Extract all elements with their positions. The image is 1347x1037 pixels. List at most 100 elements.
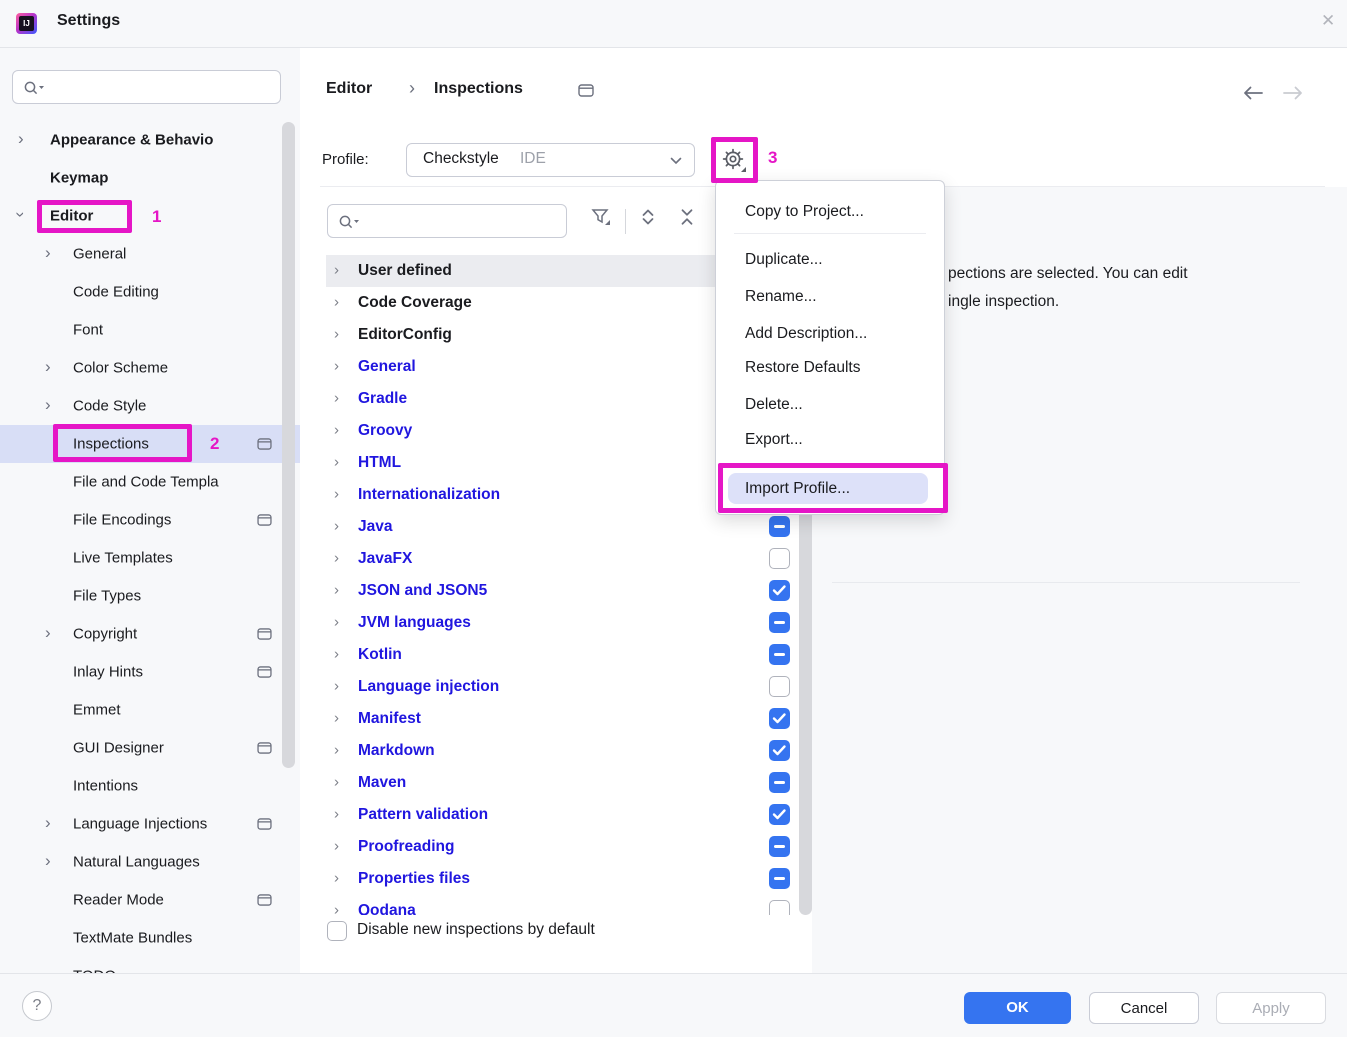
- tree-item-manifest[interactable]: ›Manifest: [326, 703, 798, 735]
- help-icon[interactable]: ?: [22, 991, 52, 1021]
- sidebar-item-todo[interactable]: TODO: [0, 957, 300, 973]
- back-arrow-icon[interactable]: [1242, 85, 1264, 101]
- tree-item-properties-files[interactable]: ›Properties files: [326, 863, 798, 895]
- chevron-right-icon[interactable]: ›: [334, 838, 339, 853]
- menu-item-rename[interactable]: Rename...: [728, 281, 932, 312]
- disable-new-inspections-checkbox[interactable]: [327, 921, 347, 941]
- tree-item-java[interactable]: ›Java: [326, 511, 798, 543]
- chevron-right-icon[interactable]: ›: [334, 742, 339, 757]
- inspections-search-input[interactable]: [368, 207, 562, 235]
- tree-item-checkbox-indeterminate[interactable]: [769, 516, 790, 537]
- tree-item-qodana[interactable]: ›Qodana: [326, 895, 798, 915]
- chevron-right-icon[interactable]: ›: [334, 550, 339, 565]
- chevron-right-icon[interactable]: ›: [45, 814, 51, 831]
- chevron-right-icon[interactable]: ›: [45, 396, 51, 413]
- chevron-right-icon[interactable]: ›: [334, 582, 339, 597]
- apply-button[interactable]: Apply: [1216, 992, 1326, 1024]
- sidebar-item-emmet[interactable]: Emmet: [0, 691, 300, 729]
- menu-item-import-profile[interactable]: Import Profile...: [728, 473, 928, 504]
- chevron-right-icon[interactable]: ›: [334, 870, 339, 885]
- chevron-right-icon[interactable]: ›: [45, 244, 51, 261]
- sidebar-item-language-injections[interactable]: ›Language Injections: [0, 805, 300, 843]
- chevron-right-icon[interactable]: ›: [334, 614, 339, 629]
- sidebar-item-intentions[interactable]: Intentions: [0, 767, 300, 805]
- chevron-right-icon[interactable]: ›: [334, 358, 339, 373]
- chevron-right-icon[interactable]: ›: [45, 852, 51, 869]
- inspections-search-box[interactable]: [327, 204, 567, 238]
- chevron-right-icon[interactable]: ›: [334, 262, 339, 277]
- tree-item-checkbox-indeterminate[interactable]: [769, 644, 790, 665]
- chevron-right-icon[interactable]: ›: [45, 624, 51, 641]
- sidebar-item-code-style[interactable]: ›Code Style: [0, 387, 300, 425]
- tree-item-javafx[interactable]: ›JavaFX: [326, 543, 798, 575]
- tree-item-checkbox-unchecked[interactable]: [769, 900, 790, 915]
- sidebar-search-box[interactable]: [12, 70, 281, 104]
- chevron-right-icon[interactable]: ›: [334, 390, 339, 405]
- sidebar-item-keymap[interactable]: Keymap: [0, 159, 300, 197]
- menu-item-add-description[interactable]: Add Description...: [728, 318, 932, 349]
- tree-item-json-and-json5[interactable]: ›JSON and JSON5: [326, 575, 798, 607]
- chevron-right-icon[interactable]: ›: [334, 902, 339, 915]
- sidebar-item-appearance-behavio[interactable]: ›Appearance & Behavio: [0, 121, 300, 159]
- tree-item-checkbox-indeterminate[interactable]: [769, 836, 790, 857]
- sidebar-search-input[interactable]: [53, 73, 276, 101]
- sidebar-item-natural-languages[interactable]: ›Natural Languages: [0, 843, 300, 881]
- sidebar-item-editor[interactable]: ›Editor: [0, 197, 300, 235]
- sidebar-item-color-scheme[interactable]: ›Color Scheme: [0, 349, 300, 387]
- chevron-right-icon[interactable]: ›: [334, 774, 339, 789]
- chevron-right-icon[interactable]: ›: [334, 294, 339, 309]
- expand-all-icon[interactable]: [639, 208, 669, 238]
- sidebar-item-live-templates[interactable]: Live Templates: [0, 539, 300, 577]
- sidebar-item-gui-designer[interactable]: GUI Designer: [0, 729, 300, 767]
- sidebar-item-textmate-bundles[interactable]: TextMate Bundles: [0, 919, 300, 957]
- sidebar-item-code-editing[interactable]: Code Editing: [0, 273, 300, 311]
- profile-dropdown[interactable]: Checkstyle IDE: [406, 143, 695, 177]
- sidebar-item-inspections[interactable]: Inspections: [0, 425, 300, 463]
- sidebar-item-file-encodings[interactable]: File Encodings: [0, 501, 300, 539]
- sidebar-item-copyright[interactable]: ›Copyright: [0, 615, 300, 653]
- chevron-down-icon[interactable]: ›: [12, 212, 29, 218]
- chevron-right-icon[interactable]: ›: [334, 518, 339, 533]
- tree-item-checkbox-unchecked[interactable]: [769, 548, 790, 569]
- tree-item-markdown[interactable]: ›Markdown: [326, 735, 798, 767]
- tree-item-proofreading[interactable]: ›Proofreading: [326, 831, 798, 863]
- chevron-right-icon[interactable]: ›: [334, 454, 339, 469]
- collapse-all-icon[interactable]: [678, 208, 708, 238]
- tree-item-jvm-languages[interactable]: ›JVM languages: [326, 607, 798, 639]
- tree-item-pattern-validation[interactable]: ›Pattern validation: [326, 799, 798, 831]
- menu-item-copy-to-project[interactable]: Copy to Project...: [728, 196, 932, 227]
- chevron-right-icon[interactable]: ›: [18, 130, 24, 147]
- chevron-right-icon[interactable]: ›: [334, 646, 339, 661]
- forward-arrow-icon[interactable]: [1282, 85, 1304, 101]
- filter-icon[interactable]: [590, 206, 620, 236]
- gear-icon[interactable]: [719, 145, 751, 177]
- tree-item-language-injection[interactable]: ›Language injection: [326, 671, 798, 703]
- sidebar-item-font[interactable]: Font: [0, 311, 300, 349]
- tree-item-checkbox-unchecked[interactable]: [769, 676, 790, 697]
- sidebar-item-inlay-hints[interactable]: Inlay Hints: [0, 653, 300, 691]
- chevron-right-icon[interactable]: ›: [334, 422, 339, 437]
- tree-item-checkbox-indeterminate[interactable]: [769, 612, 790, 633]
- tree-item-checkbox-checked[interactable]: [769, 580, 790, 601]
- tree-item-checkbox-checked[interactable]: [769, 708, 790, 729]
- chevron-right-icon[interactable]: ›: [334, 326, 339, 341]
- sidebar-item-file-types[interactable]: File Types: [0, 577, 300, 615]
- menu-item-export[interactable]: Export...: [728, 424, 932, 455]
- menu-item-restore-defaults[interactable]: Restore Defaults: [728, 352, 932, 383]
- tree-item-checkbox-indeterminate[interactable]: [769, 772, 790, 793]
- sidebar-scrollbar[interactable]: [282, 122, 295, 768]
- tree-item-checkbox-indeterminate[interactable]: [769, 868, 790, 889]
- cancel-button[interactable]: Cancel: [1089, 992, 1199, 1024]
- chevron-right-icon[interactable]: ›: [334, 678, 339, 693]
- close-icon[interactable]: ✕: [1321, 11, 1335, 31]
- chevron-right-icon[interactable]: ›: [334, 710, 339, 725]
- chevron-right-icon[interactable]: ›: [334, 486, 339, 501]
- menu-item-delete[interactable]: Delete...: [728, 389, 932, 420]
- tree-item-kotlin[interactable]: ›Kotlin: [326, 639, 798, 671]
- menu-item-duplicate[interactable]: Duplicate...: [728, 244, 932, 275]
- sidebar-item-reader-mode[interactable]: Reader Mode: [0, 881, 300, 919]
- tree-item-checkbox-checked[interactable]: [769, 740, 790, 761]
- ok-button[interactable]: OK: [964, 992, 1071, 1024]
- chevron-right-icon[interactable]: ›: [334, 806, 339, 821]
- sidebar-item-general[interactable]: ›General: [0, 235, 300, 273]
